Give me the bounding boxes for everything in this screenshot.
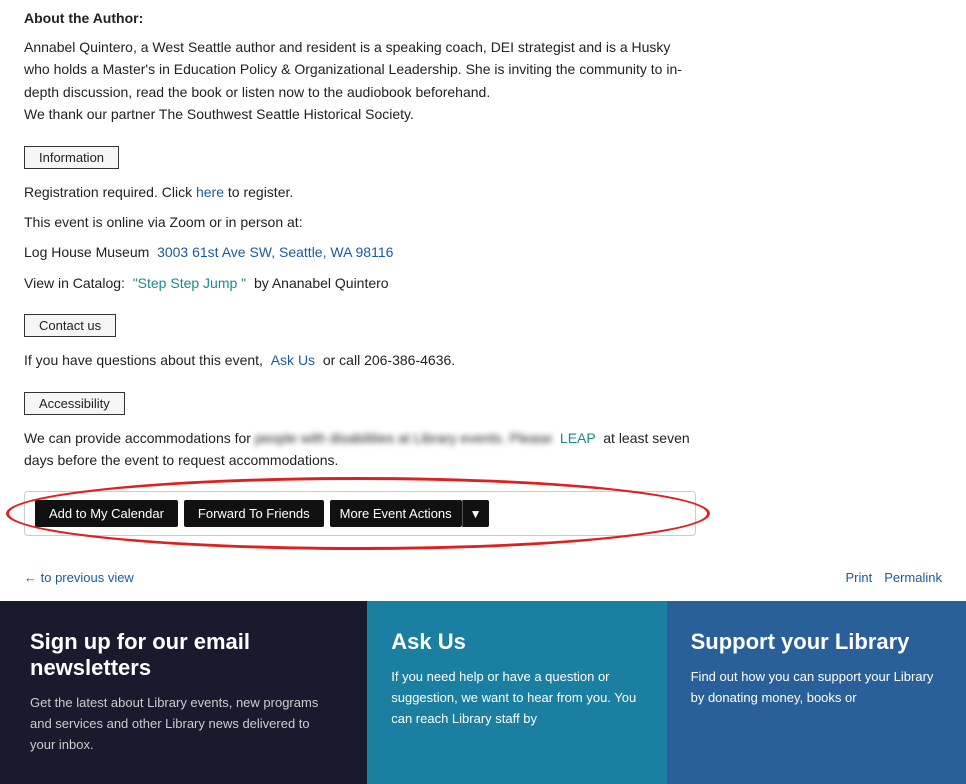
action-bar: Add to My Calendar Forward To Friends Mo…	[24, 491, 696, 536]
contact-text: If you have questions about this event, …	[24, 349, 696, 371]
support-body: Find out how you can support your Librar…	[691, 667, 942, 709]
reg-text-before: Registration required. Click	[24, 184, 192, 200]
online-text: This event is online via Zoom or in pers…	[24, 211, 696, 233]
information-heading: Information	[24, 146, 119, 169]
newsletter-body: Get the latest about Library events, new…	[30, 693, 337, 755]
more-event-actions-label: More Event Actions	[340, 506, 452, 521]
catalog-link[interactable]: "Step Step Jump "	[133, 275, 246, 291]
venue-line: Log House Museum 3003 61st Ave SW, Seatt…	[24, 241, 696, 263]
catalog-line: View in Catalog: "Step Step Jump " by An…	[24, 272, 696, 294]
contact-heading: Contact us	[24, 314, 116, 337]
action-bar-wrapper: Add to My Calendar Forward To Friends Mo…	[24, 491, 696, 536]
here-link[interactable]: here	[196, 184, 224, 200]
permalink-link[interactable]: Permalink	[884, 570, 942, 585]
contact-text-before: If you have questions about this event,	[24, 352, 263, 368]
footer-support: Support your Library Find out how you ca…	[667, 601, 966, 783]
more-event-actions-dropdown[interactable]: ▼	[462, 500, 489, 527]
reg-text-after: to register.	[228, 184, 293, 200]
footer-newsletter: Sign up for our email newsletters Get th…	[0, 601, 367, 783]
askus-heading: Ask Us	[391, 629, 642, 655]
forward-to-friends-button[interactable]: Forward To Friends	[184, 500, 324, 527]
accessibility-blurred: people with disabilities at Library even…	[255, 430, 552, 446]
contact-text-after: or call 206-386-4636.	[323, 352, 455, 368]
accessibility-heading: Accessibility	[24, 392, 125, 415]
about-author-title: About the Author:	[24, 10, 696, 26]
print-link[interactable]: Print	[845, 570, 872, 585]
venue-address-link[interactable]: 3003 61st Ave SW, Seattle, WA 98116	[157, 244, 393, 260]
catalog-label: View in Catalog:	[24, 275, 125, 291]
registration-text: Registration required. Click here to reg…	[24, 181, 696, 203]
more-event-actions-button[interactable]: More Event Actions	[330, 500, 462, 527]
author-bio: Annabel Quintero, a West Seattle author …	[24, 36, 696, 126]
accessibility-text-before: We can provide accommodations for	[24, 430, 251, 446]
more-actions-group: More Event Actions ▼	[330, 500, 489, 527]
add-to-calendar-button[interactable]: Add to My Calendar	[35, 500, 178, 527]
venue-name: Log House Museum	[24, 244, 149, 260]
nav-bar: ← to previous view Print Permalink	[0, 564, 966, 591]
catalog-author: by Ananabel Quintero	[254, 275, 389, 291]
back-link[interactable]: ← to previous view	[24, 570, 134, 585]
author-bio-text: Annabel Quintero, a West Seattle author …	[24, 39, 682, 100]
footer-askus: Ask Us If you need help or have a questi…	[367, 601, 666, 783]
nav-right: Print Permalink	[845, 570, 942, 585]
footer: Sign up for our email newsletters Get th…	[0, 601, 966, 783]
accessibility-text: We can provide accommodations for people…	[24, 427, 696, 472]
leap-link[interactable]: LEAP	[560, 430, 596, 446]
ask-us-link[interactable]: Ask Us	[271, 352, 315, 368]
support-heading: Support your Library	[691, 629, 942, 655]
newsletter-heading: Sign up for our email newsletters	[30, 629, 337, 681]
author-thanks-text: We thank our partner The Southwest Seatt…	[24, 106, 414, 122]
